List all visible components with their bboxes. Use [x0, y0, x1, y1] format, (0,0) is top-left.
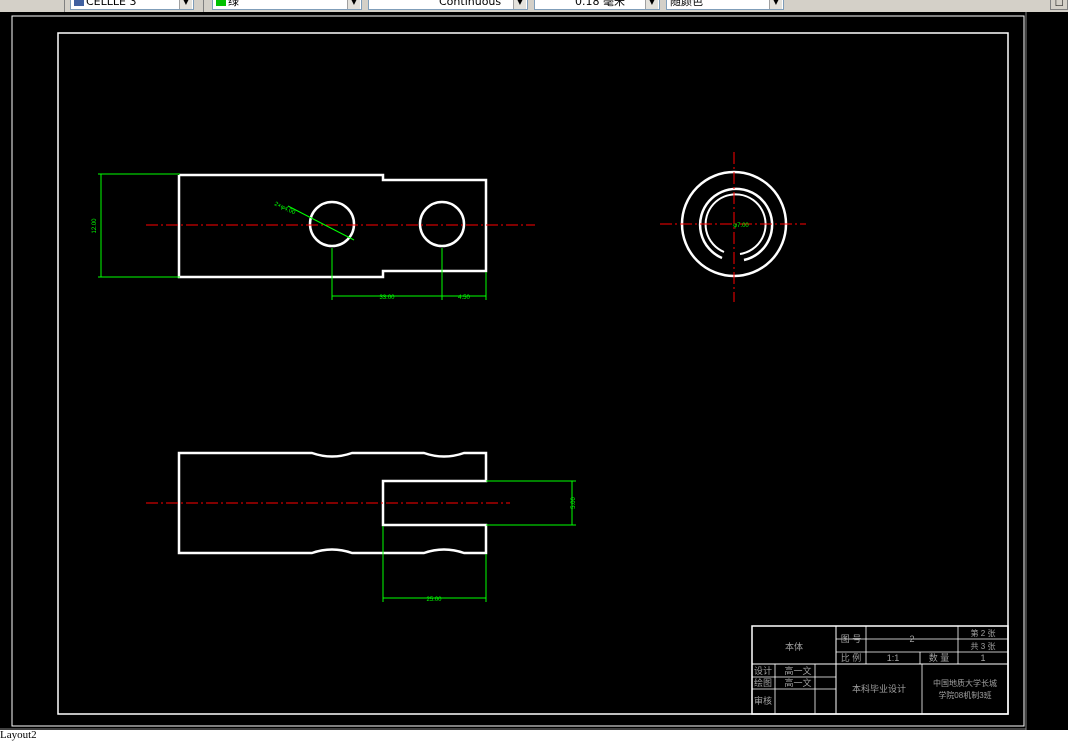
dim-left-height-label: 12.00 — [92, 218, 98, 234]
chevron-down-icon: ▼ — [769, 0, 782, 9]
tb-qty-label: 数 量 — [929, 652, 950, 663]
tb-scale-value: 1:1 — [887, 653, 900, 663]
chevron-down-icon: ▼ — [513, 0, 526, 9]
dim-right-height-label: 5.00 — [571, 497, 577, 509]
model-space-gutter — [1026, 12, 1068, 730]
toolbar-separator — [64, 0, 65, 12]
dim-span1-label: 33.00 — [379, 295, 395, 301]
tb-sheet-total: 共 3 张 — [971, 642, 996, 651]
chevron-down-icon: ▼ — [347, 0, 360, 9]
plotstyle-value: 随颜色 — [670, 0, 703, 8]
toolbar-separator — [203, 0, 204, 12]
paper-sheet — [0, 12, 1026, 730]
tb-drawing-no-label: 图 号 — [841, 634, 862, 644]
lineweight-dropdown[interactable]: 0.18 毫米 ▼ — [534, 0, 660, 10]
tb-design-label: 设计 — [754, 665, 772, 676]
tb-scale-label: 比 例 — [841, 652, 862, 663]
linetype-value: Continuous — [439, 0, 502, 8]
layer-value: CELLLE 3 — [86, 0, 137, 8]
color-dropdown[interactable]: 绿 ▼ — [212, 0, 362, 10]
tb-school-line1: 中国地质大学长城 — [933, 678, 997, 688]
tb-design-name: 高一文 — [784, 665, 811, 676]
dim-lower-width-label: 25.00 — [426, 597, 442, 603]
layer-dropdown[interactable]: CELLLE 3 ▼ — [70, 0, 194, 10]
lineweight-value: 0.18 毫米 — [575, 0, 625, 8]
plotstyle-dropdown[interactable]: 随颜色 ▼ — [666, 0, 784, 10]
chevron-down-icon: ▼ — [179, 0, 192, 9]
tb-draw-name: 高一文 — [784, 677, 811, 688]
tb-drawing-no-value: 2 — [909, 634, 914, 644]
tb-draw-label: 绘图 — [754, 677, 772, 688]
chevron-down-icon: ▼ — [645, 0, 658, 9]
dim-span2-label: 4.50 — [458, 295, 470, 301]
tb-project: 本科毕业设计 — [852, 683, 906, 694]
drawing-canvas[interactable]: 12.00 2×φ4.00 33.00 4.50 φ7.00 5.00 25.0… — [0, 12, 1068, 730]
toolbar-close-button[interactable]: □ — [1050, 0, 1068, 10]
layer-icon — [74, 0, 84, 6]
tb-school-line2: 学院08机制3班 — [938, 690, 991, 700]
tb-part-name: 本体 — [785, 641, 803, 652]
color-swatch-icon — [216, 0, 226, 6]
layout-tab-bar: Layout2 — [0, 729, 1068, 742]
tb-sheet-no: 第 2 张 — [971, 628, 996, 638]
tab-layout2[interactable]: Layout2 — [0, 729, 37, 742]
linetype-dropdown[interactable]: Continuous ▼ — [368, 0, 528, 10]
cad-drawing: 12.00 2×φ4.00 33.00 4.50 φ7.00 5.00 25.0… — [0, 12, 1068, 730]
tb-review-label: 审核 — [754, 695, 772, 706]
color-value: 绿 — [228, 0, 239, 8]
dim-circle-label: φ7.00 — [733, 223, 749, 229]
tb-qty-value: 1 — [980, 653, 985, 663]
